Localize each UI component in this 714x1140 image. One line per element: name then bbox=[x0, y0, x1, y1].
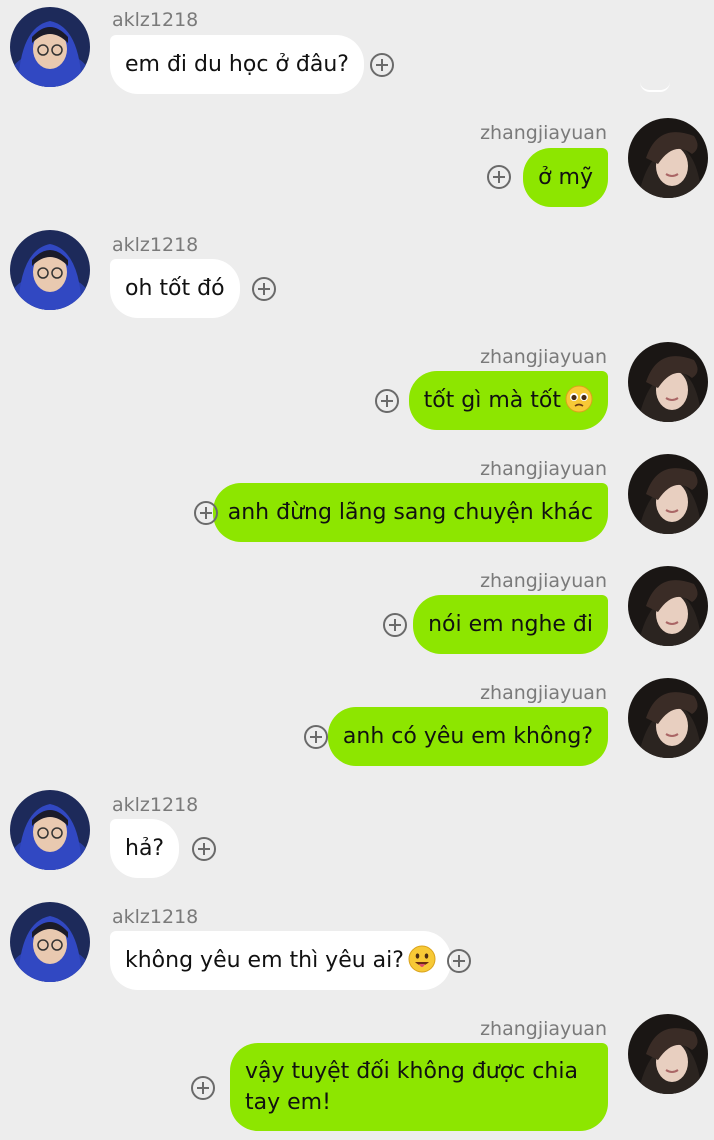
sender-name: aklz1218 bbox=[112, 906, 199, 928]
sender-name: zhangjiayuan bbox=[480, 682, 607, 704]
add-reaction-button[interactable] bbox=[370, 53, 394, 77]
scroll-indicator bbox=[640, 82, 670, 92]
avatar-zhangjiayuan-icon[interactable] bbox=[628, 342, 708, 422]
message-text: không yêu em thì yêu ai? bbox=[125, 948, 404, 973]
add-reaction-button[interactable] bbox=[304, 725, 328, 749]
avatar-zhangjiayuan-icon[interactable] bbox=[628, 454, 708, 534]
grinning-tongue-emoji bbox=[408, 945, 436, 973]
add-reaction-button[interactable] bbox=[252, 277, 276, 301]
message-bubble[interactable]: em đi du học ở đâu? bbox=[110, 35, 364, 94]
message-text: nói em nghe đi bbox=[428, 612, 593, 637]
add-reaction-button[interactable] bbox=[447, 949, 471, 973]
avatar-aklz1218-icon[interactable] bbox=[10, 7, 90, 87]
message-text: anh có yêu em không? bbox=[342, 724, 593, 749]
pleading-face-emoji bbox=[565, 385, 593, 413]
sender-name: zhangjiayuan bbox=[480, 570, 607, 592]
avatar-zhangjiayuan-icon[interactable] bbox=[628, 678, 708, 758]
message-bubble[interactable]: hả? bbox=[110, 819, 180, 878]
message-bubble[interactable]: vậy tuyệt đối không được chia tay em! bbox=[230, 1043, 608, 1131]
message-bubble[interactable]: anh có yêu em không? bbox=[327, 707, 608, 766]
message-text: vậy tuyệt đối không được chia tay em! bbox=[245, 1059, 578, 1115]
sender-name: zhangjiayuan bbox=[480, 346, 607, 368]
sender-name: zhangjiayuan bbox=[480, 458, 607, 480]
avatar-aklz1218-icon[interactable] bbox=[10, 902, 90, 982]
add-reaction-button[interactable] bbox=[375, 389, 399, 413]
message-text: ở mỹ bbox=[538, 165, 593, 190]
message-bubble[interactable]: ở mỹ bbox=[523, 148, 608, 207]
add-reaction-button[interactable] bbox=[383, 613, 407, 637]
avatar-zhangjiayuan-icon[interactable] bbox=[628, 118, 708, 198]
add-reaction-button[interactable] bbox=[194, 501, 218, 525]
avatar-zhangjiayuan-icon[interactable] bbox=[628, 1014, 708, 1094]
message-bubble[interactable]: không yêu em thì yêu ai? bbox=[110, 931, 451, 990]
sender-name: zhangjiayuan bbox=[480, 122, 607, 144]
message-text: tốt gì mà tốt bbox=[423, 388, 561, 413]
avatar-aklz1218-icon[interactable] bbox=[10, 790, 90, 870]
message-bubble[interactable]: anh đừng lãng sang chuyện khác bbox=[212, 483, 608, 542]
sender-name: zhangjiayuan bbox=[480, 1018, 607, 1040]
message-text: anh đừng lãng sang chuyện khác bbox=[227, 500, 593, 525]
message-text: oh tốt đó bbox=[125, 276, 225, 301]
sender-name: aklz1218 bbox=[112, 234, 199, 256]
add-reaction-button[interactable] bbox=[192, 837, 216, 861]
avatar-aklz1218-icon[interactable] bbox=[10, 230, 90, 310]
add-reaction-button[interactable] bbox=[487, 165, 511, 189]
message-text: hả? bbox=[125, 836, 165, 861]
add-reaction-button[interactable] bbox=[191, 1076, 215, 1100]
avatar-zhangjiayuan-icon[interactable] bbox=[628, 566, 708, 646]
sender-name: aklz1218 bbox=[112, 9, 199, 31]
message-text: em đi du học ở đâu? bbox=[125, 52, 349, 77]
message-bubble[interactable]: nói em nghe đi bbox=[413, 595, 608, 654]
sender-name: aklz1218 bbox=[112, 794, 199, 816]
message-bubble[interactable]: tốt gì mà tốt bbox=[408, 371, 608, 430]
message-bubble[interactable]: oh tốt đó bbox=[110, 259, 240, 318]
